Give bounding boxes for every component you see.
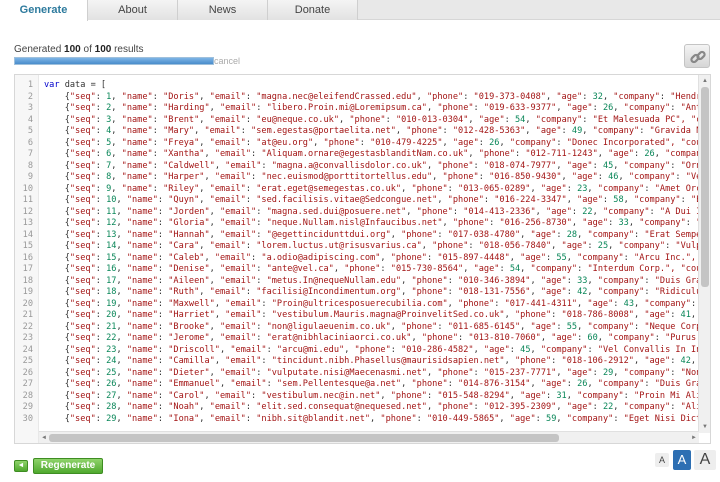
code-line: {"seq": 5, "name": "Freya", "email": "at… [44, 137, 699, 148]
line-number: 6 [27, 137, 33, 148]
link-button[interactable] [684, 44, 710, 68]
code-line: {"seq": 25, "name": "Dieter", "email": "… [44, 367, 699, 378]
line-number: 15 [22, 241, 33, 251]
line-number: 1 [27, 80, 33, 90]
scroll-down-icon[interactable]: ▼ [702, 423, 708, 431]
scroll-left-icon[interactable]: ◄ [41, 434, 47, 442]
regenerate-button[interactable]: Regenerate [33, 458, 103, 474]
line-number: 17 [22, 264, 33, 274]
line-number: 3 [27, 103, 33, 113]
status-total: 100 [94, 44, 112, 55]
code-line: {"seq": 7, "name": "Caldwell", "email": … [44, 160, 699, 171]
vertical-scrollbar[interactable]: ▲ ▼ [698, 75, 710, 433]
code-content[interactable]: var data = [ {"seq": 1, "name": "Doris",… [44, 75, 699, 433]
line-number: 8 [27, 160, 33, 171]
tab-donate[interactable]: Donate [268, 0, 358, 20]
line-number: 16 [22, 252, 33, 263]
line-number: 13 [22, 218, 33, 228]
line-number: 12 [22, 206, 33, 217]
tab-generate[interactable]: Generate [0, 0, 88, 21]
line-number: 18 [22, 275, 33, 286]
code-line: {"seq": 22, "name": "Jerome", "email": "… [44, 333, 697, 343]
code-line: {"seq": 18, "name": "Ruth", "email": "fa… [44, 287, 699, 297]
tab-news[interactable]: News [178, 0, 268, 20]
line-number: 27 [22, 379, 33, 389]
line-number: 11 [22, 195, 33, 205]
horizontal-scrollbar[interactable]: ◄ ► [39, 431, 699, 443]
status-suffix: results [111, 44, 144, 55]
line-number: 9 [27, 172, 33, 182]
code-line: {"seq": 23, "name": "Driscoll", "email":… [44, 344, 699, 355]
code-line: {"seq": 2, "name": "Harding", "email": "… [44, 103, 699, 113]
line-number: 5 [27, 126, 33, 136]
code-line: {"seq": 9, "name": "Riley", "email": "er… [44, 183, 699, 194]
line-number: 19 [22, 287, 33, 297]
tab-about[interactable]: About [88, 0, 178, 20]
status-count: 100 [64, 44, 81, 55]
code-line: {"seq": 13, "name": "Hannah", "email": "… [44, 229, 699, 240]
line-number: 4 [27, 114, 33, 125]
progress-bar-fill [15, 58, 213, 64]
font-size-large-button[interactable]: A [694, 450, 716, 470]
code-line: {"seq": 6, "name": "Xantha", "email": "A… [44, 149, 699, 159]
code-line: {"seq": 10, "name": "Quyn", "email": "se… [44, 195, 699, 205]
generation-status: Generated 100 of 100 results [14, 44, 144, 55]
line-number: 20 [22, 298, 33, 309]
code-line: {"seq": 19, "name": "Maxwell", "email": … [44, 298, 697, 309]
line-number: 28 [22, 390, 33, 401]
code-line: {"seq": 15, "name": "Caleb", "email": "a… [44, 252, 697, 263]
code-line: {"seq": 8, "name": "Harper", "email": "n… [44, 172, 699, 182]
line-number: 22 [22, 321, 33, 332]
scroll-up-icon[interactable]: ▲ [702, 77, 708, 85]
line-number: 25 [22, 356, 33, 366]
code-line: {"seq": 16, "name": "Denise", "email": "… [44, 264, 699, 274]
code-line: {"seq": 27, "name": "Carol", "email": "v… [44, 390, 699, 401]
font-size-medium-button[interactable]: A [673, 450, 691, 470]
line-number: 29 [22, 402, 33, 412]
progress-bar [14, 57, 214, 65]
line-number: 14 [22, 229, 33, 240]
cancel-link[interactable]: cancel [214, 56, 240, 66]
code-line: {"seq": 29, "name": "Iona", "email": "ni… [44, 413, 699, 424]
code-line: {"seq": 20, "name": "Harriet", "email": … [44, 310, 697, 320]
line-number: 23 [22, 333, 33, 343]
code-line: {"seq": 24, "name": "Camilla", "email": … [44, 356, 697, 366]
line-number: 7 [27, 149, 33, 159]
code-line: {"seq": 14, "name": "Cara", "email": "lo… [44, 241, 699, 251]
code-line: {"seq": 21, "name": "Brooke", "email": "… [44, 321, 699, 332]
scroll-right-icon[interactable]: ► [691, 434, 697, 442]
status-prefix: Generated [14, 44, 65, 55]
code-line: {"seq": 3, "name": "Brent", "email": "eu… [44, 114, 699, 125]
line-number: 10 [22, 183, 33, 194]
code-line: {"seq": 4, "name": "Mary", "email": "sem… [44, 126, 699, 136]
code-editor[interactable]: 1 2 3 4 5 6 7 8 9 10 11 12 13 14 15 16 17 18 19 20 21 22 23 24 2… [14, 74, 711, 444]
code-line: {"seq": 1, "name": "Doris", "email": "ma… [44, 91, 699, 102]
line-number: 21 [22, 310, 33, 320]
tab-bar: Generate About News Donate [0, 0, 720, 21]
vertical-scroll-thumb[interactable] [701, 87, 709, 287]
code-line: {"seq": 26, "name": "Emmanuel", "email":… [44, 379, 699, 389]
code-line: {"seq": 11, "name": "Jorden", "email": "… [44, 206, 699, 217]
line-number: 2 [27, 91, 33, 102]
horizontal-scroll-thumb[interactable] [49, 434, 559, 442]
line-number: 24 [22, 344, 33, 355]
line-number: 26 [22, 367, 33, 378]
code-line: var data = [ [44, 80, 107, 90]
code-line: {"seq": 28, "name": "Noah", "email": "el… [44, 402, 699, 412]
line-number: 30 [22, 413, 33, 424]
code-line: {"seq": 12, "name": "Gloria", "email": "… [44, 218, 699, 228]
font-size-small-button[interactable]: A [655, 453, 669, 467]
code-line: {"seq": 17, "name": "Aileen", "email": "… [44, 275, 699, 286]
line-number-gutter: 1 2 3 4 5 6 7 8 9 10 11 12 13 14 15 16 17 18 19 20 21 22 23 24 2… [15, 75, 39, 443]
back-button[interactable]: ◄ [14, 460, 28, 472]
status-middle: of [80, 44, 95, 55]
